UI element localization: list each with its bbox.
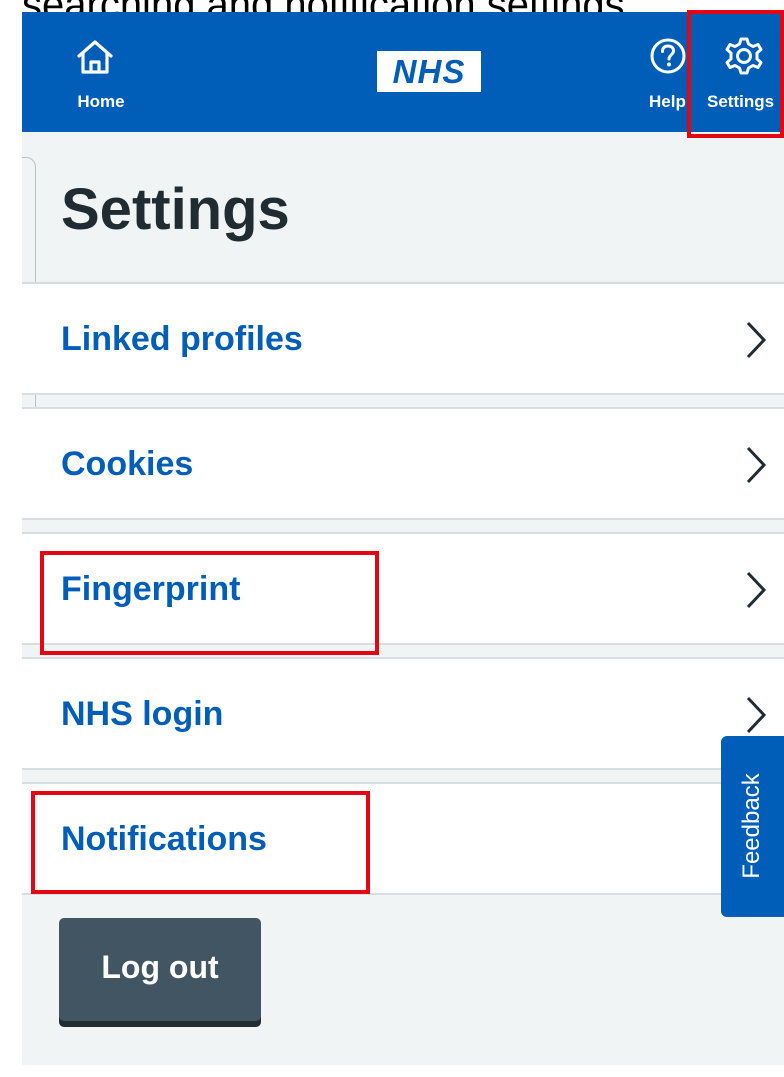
nhs-logo: NHS xyxy=(377,51,481,92)
settings-item-label: NHS login xyxy=(61,695,224,733)
home-label: Home xyxy=(77,92,125,111)
chevron-right-icon xyxy=(746,446,767,484)
feedback-tab[interactable]: Feedback xyxy=(721,736,784,917)
screenshot: searching and notification settings. Hom… xyxy=(0,0,784,1077)
settings-item-nhs-login[interactable]: NHS login xyxy=(22,657,784,770)
settings-item-label: Linked profiles xyxy=(61,320,303,358)
settings-highlight-box xyxy=(687,10,784,138)
home-button[interactable]: Home xyxy=(56,12,146,132)
chevron-right-icon xyxy=(746,696,767,734)
help-circle-icon xyxy=(650,38,686,74)
nhs-logo-text: NHS xyxy=(392,53,466,90)
feedback-label: Feedback xyxy=(738,773,765,879)
fingerprint-highlight-box xyxy=(40,551,379,655)
chevron-right-icon xyxy=(746,321,767,359)
log-out-button[interactable]: Log out xyxy=(59,918,261,1021)
help-button[interactable]: Help xyxy=(640,12,690,132)
help-label: Help xyxy=(649,92,686,111)
page-title: Settings xyxy=(61,177,290,242)
home-icon xyxy=(77,40,113,74)
app-screen: Home NHS Help Settings Settings Linked p… xyxy=(22,12,784,1065)
top-navigation-bar: Home NHS Help Settings xyxy=(22,12,784,132)
chevron-right-icon xyxy=(746,571,767,609)
settings-item-cookies[interactable]: Cookies xyxy=(22,407,784,520)
settings-item-linked-profiles[interactable]: Linked profiles xyxy=(22,282,784,395)
notifications-highlight-box xyxy=(31,791,370,894)
settings-item-label: Cookies xyxy=(61,445,194,483)
